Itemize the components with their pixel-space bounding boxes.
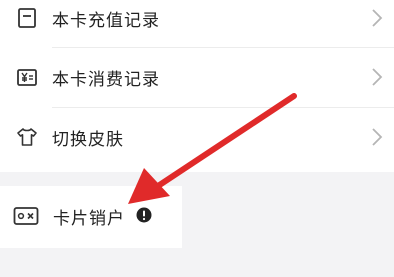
shirt-icon: [17, 128, 37, 146]
exclamation-icon: [136, 207, 152, 223]
chevron-right-icon: [372, 9, 383, 27]
card-recharge-icon: [18, 8, 36, 28]
card-cancel-item[interactable]: 卡片销户: [0, 186, 182, 248]
menu-item-label: 本卡消费记录: [52, 69, 160, 90]
card-close-icon: [13, 207, 39, 225]
card-cancel-label: 卡片销户: [53, 209, 125, 229]
menu-item-label: 本卡充值记录: [52, 10, 160, 31]
menu-card: 本卡充值记录 本卡消费记录 切换皮肤: [0, 0, 394, 172]
chevron-right-icon: [372, 128, 383, 146]
menu-item-label: 切换皮肤: [52, 129, 124, 150]
chevron-right-icon: [372, 68, 383, 86]
menu-item-change-skin[interactable]: 切换皮肤: [0, 107, 394, 167]
yen-receipt-icon: [17, 69, 37, 86]
menu-item-recharge-records[interactable]: 本卡充值记录: [0, 0, 394, 48]
menu-item-consumption-records[interactable]: 本卡消费记录: [0, 47, 394, 107]
